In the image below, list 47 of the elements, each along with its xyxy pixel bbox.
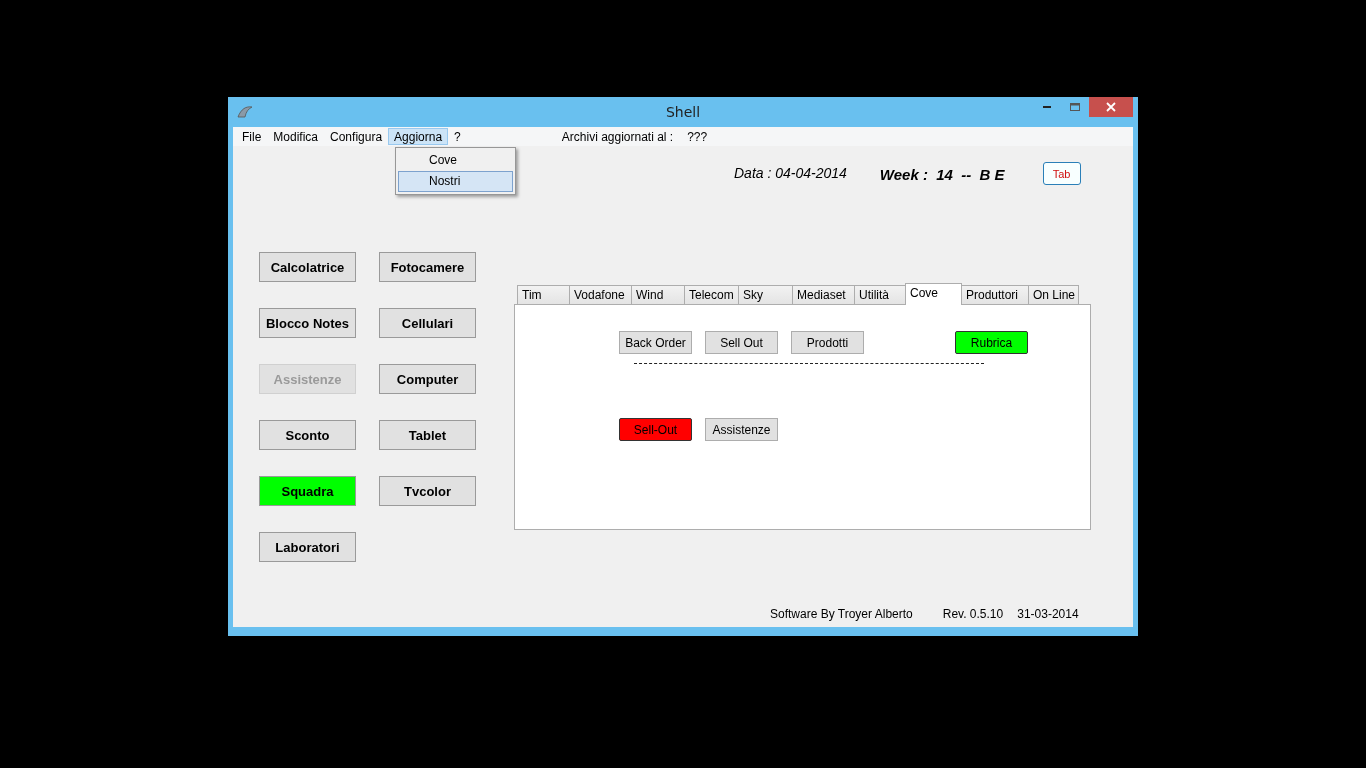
- tab[interactable]: Cove: [905, 283, 962, 305]
- tab[interactable]: Tim: [517, 285, 570, 305]
- panel-button[interactable]: Assistenze: [705, 418, 778, 441]
- app-button[interactable]: Squadra: [259, 476, 356, 506]
- close-icon: [1106, 102, 1116, 112]
- tab[interactable]: Vodafone: [569, 285, 632, 305]
- app-button[interactable]: Tvcolor: [379, 476, 476, 506]
- app-button[interactable]: Sconto: [259, 420, 356, 450]
- revision-text: Rev. 0.5.10: [942, 607, 1004, 621]
- author-text: Software By Troyer Alberto: [770, 607, 913, 621]
- menu-item[interactable]: ?: [448, 128, 467, 145]
- menu-item[interactable]: File: [236, 128, 268, 145]
- tab-button[interactable]: Tab: [1042, 162, 1081, 185]
- panel-button[interactable]: Prodotti: [791, 331, 864, 354]
- app-button[interactable]: Blocco Notes: [259, 308, 356, 338]
- maximize-icon: [1070, 103, 1080, 111]
- tab[interactable]: Produttori: [961, 285, 1029, 305]
- app-button[interactable]: Computer: [379, 364, 476, 394]
- app-button[interactable]: Calcolatrice: [259, 252, 356, 282]
- dropdown-item[interactable]: Nostri: [398, 171, 513, 192]
- tab[interactable]: Telecom: [684, 285, 739, 305]
- panel-button[interactable]: Back Order: [619, 331, 692, 354]
- tab[interactable]: Utilità: [854, 285, 906, 305]
- archive-value: ???: [687, 129, 708, 144]
- app-button[interactable]: Laboratori: [259, 532, 356, 562]
- tab[interactable]: Wind: [631, 285, 685, 305]
- panel-button[interactable]: Sell Out: [705, 331, 778, 354]
- menu-item[interactable]: Aggiorna: [388, 128, 449, 145]
- close-button[interactable]: [1089, 97, 1133, 117]
- panel-button[interactable]: Sell-Out: [619, 418, 692, 441]
- app-button[interactable]: Cellulari: [379, 308, 476, 338]
- menu-item[interactable]: Modifica: [267, 128, 325, 145]
- window-title: Shell: [665, 104, 701, 120]
- date-text: Data : 04-04-2014: [734, 165, 847, 181]
- tab[interactable]: Sky: [738, 285, 793, 305]
- release-date: 31-03-2014: [1017, 607, 1079, 621]
- menu-item[interactable]: Configura: [324, 128, 389, 145]
- minimize-icon: [1043, 106, 1051, 108]
- dropdown-item[interactable]: Cove: [398, 150, 513, 171]
- app-icon: [237, 105, 253, 119]
- tab[interactable]: Mediaset: [792, 285, 855, 305]
- tab[interactable]: On Line: [1028, 285, 1079, 305]
- panel-button[interactable]: Rubrica: [955, 331, 1028, 354]
- archive-label: Archivi aggiornati al :: [561, 129, 674, 144]
- app-button[interactable]: Tablet: [379, 420, 476, 450]
- app-button[interactable]: Fotocamere: [379, 252, 476, 282]
- week-text: Week : 14 -- B E: [879, 166, 1005, 183]
